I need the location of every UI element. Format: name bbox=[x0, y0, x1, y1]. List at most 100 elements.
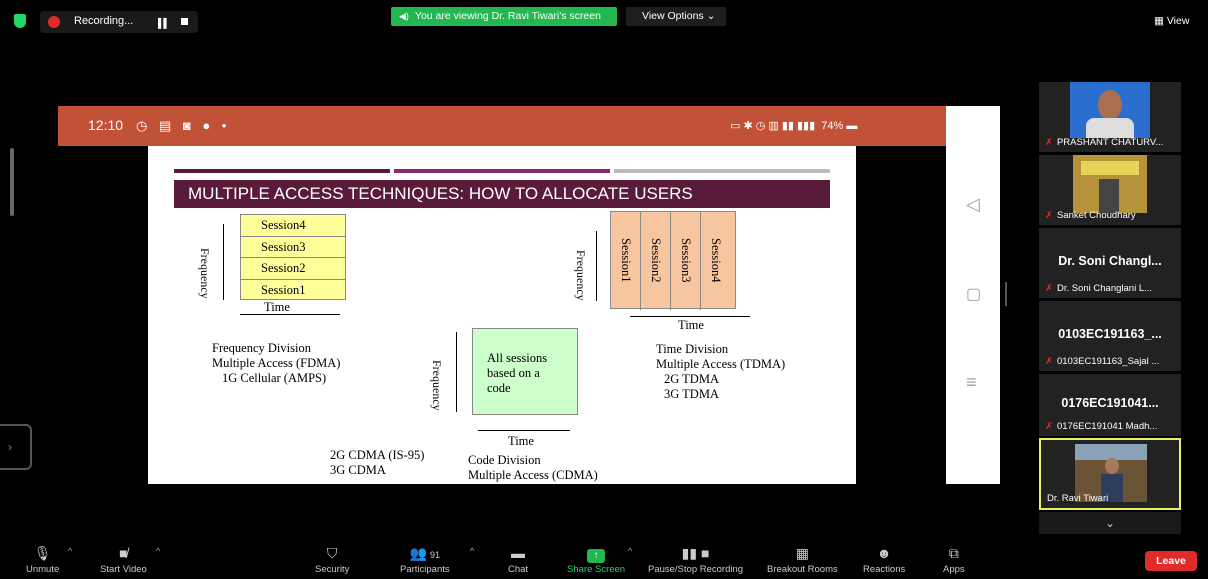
fdma-y-axis bbox=[223, 224, 224, 300]
tdma-desc-line: Multiple Access (TDMA) bbox=[656, 357, 786, 371]
phone-time: 12:10 bbox=[88, 117, 124, 133]
tdma-session-col: Session3 bbox=[671, 212, 701, 310]
recording-label: Recording... bbox=[74, 15, 134, 27]
tdma-y-axis bbox=[596, 231, 597, 301]
participant-name-text: Dr. Soni Changlani L... bbox=[1056, 283, 1153, 294]
title-stripe-2 bbox=[394, 169, 610, 173]
shield-icon: ⛉ bbox=[326, 545, 338, 561]
view-options-label: View Options bbox=[642, 10, 704, 22]
participant-name-text: PRASHANT CHATURV... bbox=[1056, 137, 1164, 148]
participants-options-caret-icon[interactable]: ^ bbox=[470, 546, 474, 556]
participant-name: ✗ 0176EC191041 Madh... bbox=[1045, 421, 1157, 432]
person-avatar bbox=[1099, 179, 1119, 213]
phone-status-icons: ▭ ✱ ◷ ▥ ▮▮ ▮▮▮ 74% ▬ bbox=[730, 120, 858, 132]
side-panel-toggle[interactable]: › bbox=[0, 424, 32, 470]
fdma-desc-line: 1G Cellular (AMPS) bbox=[222, 371, 327, 385]
shirt-avatar bbox=[1086, 118, 1134, 138]
fdma-x-axis bbox=[240, 314, 340, 315]
breakout-rooms-icon: ▦ bbox=[795, 545, 809, 561]
chat-label: Chat bbox=[508, 564, 529, 575]
chat-bubble-icon: ▬ bbox=[511, 545, 526, 561]
muted-microphone-icon: 🎙 bbox=[33, 545, 52, 561]
participant-tile[interactable]: Dr. Soni Changl... ✗ Dr. Soni Changlani L… bbox=[1039, 228, 1181, 298]
video-options-caret-icon[interactable]: ^ bbox=[156, 546, 160, 556]
cdma-desc-line: Multiple Access (CDMA) bbox=[468, 468, 598, 482]
scroll-participants-down-button[interactable]: ⌄ bbox=[1039, 512, 1181, 534]
share-screen-icon: ↑ bbox=[567, 544, 625, 563]
cdma-y-label: Frequency bbox=[430, 360, 444, 411]
participant-name: ✗ 0103EC191163_Sajal ... bbox=[1045, 356, 1159, 367]
reactions-button[interactable]: ☻ Reactions bbox=[863, 544, 905, 575]
participant-name: Dr. Ravi Tiwari bbox=[1047, 493, 1109, 504]
fdma-session-row: Session1 bbox=[261, 282, 306, 297]
breakout-rooms-button[interactable]: ▦ Breakout Rooms bbox=[767, 544, 838, 575]
meeting-toolbar: 🎙 Unmute ^ ■̸ Start Video ^ ⛉ Security 👥… bbox=[0, 536, 1208, 579]
chevron-down-icon: ⌄ bbox=[1104, 516, 1116, 530]
participant-tile[interactable]: ✗ PRASHANT CHATURV... bbox=[1039, 82, 1181, 152]
audio-options-caret-icon[interactable]: ^ bbox=[68, 546, 72, 556]
view-button[interactable]: ▦ View bbox=[1154, 15, 1189, 27]
presentation-slide: MULTIPLE ACCESS TECHNIQUES: HOW TO ALLOC… bbox=[148, 146, 856, 484]
home-icon[interactable]: ▢ bbox=[966, 284, 981, 304]
cdma-left-line: 3G CDMA bbox=[330, 463, 386, 477]
top-bar: Recording... ▌▌ ◀) You are viewing Dr. Ra… bbox=[0, 0, 1208, 40]
muted-mic-icon: ✗ bbox=[1045, 210, 1053, 221]
breakout-rooms-label: Breakout Rooms bbox=[767, 564, 838, 575]
participant-tile[interactable]: 0176EC191041... ✗ 0176EC191041 Madh... bbox=[1039, 374, 1181, 436]
active-speaker-tile[interactable]: Dr. Ravi Tiwari bbox=[1039, 438, 1181, 510]
tdma-session-label: Session3 bbox=[679, 238, 693, 283]
shared-screen: 12:10 ◷ ▤ ◙ ● • ▭ ✱ ◷ ▥ ▮▮ ▮▮▮ 74% ▬ MUL… bbox=[10, 106, 1000, 484]
cdma-box-line: code bbox=[487, 381, 511, 395]
muted-mic-icon: ✗ bbox=[1045, 283, 1053, 294]
participants-label: Participants bbox=[400, 564, 450, 575]
cdma-desc-line: Code Division bbox=[468, 453, 541, 467]
title-stripe-3 bbox=[614, 169, 830, 173]
recents-icon[interactable]: ≡ bbox=[966, 372, 977, 393]
fdma-session-row: Session3 bbox=[241, 237, 345, 258]
view-options-button[interactable]: View Options ⌄ bbox=[626, 7, 726, 26]
speaker-icon: ◀) bbox=[399, 11, 409, 21]
pause-recording-icon[interactable]: ▌▌ bbox=[158, 18, 170, 28]
stop-recording-icon[interactable] bbox=[181, 18, 188, 25]
cdma-box: All sessions based on a code bbox=[472, 328, 578, 415]
participant-display-name: Dr. Soni Changl... bbox=[1058, 254, 1162, 268]
recording-dot-icon bbox=[48, 16, 60, 28]
chat-button[interactable]: ▬ Chat bbox=[508, 544, 528, 575]
share-screen-button[interactable]: ↑ Share Screen bbox=[567, 544, 625, 575]
cdma-box-line: All sessions bbox=[487, 351, 548, 365]
tdma-x-label: Time bbox=[678, 318, 704, 332]
participant-photo bbox=[1070, 82, 1150, 138]
phone-notification-icons: ◷ ▤ ◙ ● • bbox=[136, 118, 231, 133]
cdma-x-label: Time bbox=[508, 434, 534, 448]
viewing-screen-banner: ◀) You are viewing Dr. Ravi Tiwari's scre… bbox=[391, 7, 617, 26]
tdma-session-col: Session2 bbox=[641, 212, 671, 310]
security-shield-icon[interactable] bbox=[14, 14, 26, 28]
security-button[interactable]: ⛉ Security bbox=[315, 544, 349, 575]
participant-name: ✗ Sanket Choudhary bbox=[1045, 210, 1136, 221]
participants-button[interactable]: 👥 91 Participants bbox=[400, 544, 450, 575]
panel-resize-handle[interactable] bbox=[1005, 282, 1007, 306]
unmute-button[interactable]: 🎙 Unmute bbox=[26, 544, 59, 575]
participant-display-name: 0103EC191163_... bbox=[1058, 327, 1162, 341]
apps-button[interactable]: ⧉ Apps bbox=[943, 544, 965, 575]
participant-name: ✗ Dr. Soni Changlani L... bbox=[1045, 283, 1152, 294]
share-options-caret-icon[interactable]: ^ bbox=[628, 546, 632, 556]
viewing-banner-text: You are viewing Dr. Ravi Tiwari's screen bbox=[414, 10, 601, 22]
participant-display-name: 0176EC191041... bbox=[1061, 396, 1159, 410]
fdma-desc-line: Multiple Access (FDMA) bbox=[212, 356, 341, 370]
start-video-button[interactable]: ■̸ Start Video bbox=[100, 544, 147, 575]
tdma-desc-line: Time Division bbox=[656, 342, 729, 356]
grid-icon: ▦ bbox=[1154, 15, 1164, 27]
pause-stop-recording-button[interactable]: ▮▮ ■ Pause/Stop Recording bbox=[648, 544, 743, 575]
participant-photo bbox=[1073, 155, 1147, 213]
participant-tile[interactable]: 0103EC191163_... ✗ 0103EC191163_Sajal ... bbox=[1039, 301, 1181, 371]
participant-tile[interactable]: ✗ Sanket Choudhary bbox=[1039, 155, 1181, 225]
tdma-session-label: Session2 bbox=[649, 238, 663, 283]
leave-button[interactable]: Leave bbox=[1145, 551, 1197, 571]
back-icon[interactable]: ◁ bbox=[966, 194, 980, 215]
phone-nav-bar: ◁ ▢ ≡ bbox=[946, 106, 1000, 484]
left-scroll-handle[interactable] bbox=[10, 148, 14, 216]
cdma-box-line: based on a bbox=[487, 366, 540, 380]
cdma-x-axis bbox=[478, 430, 570, 431]
muted-mic-icon: ✗ bbox=[1045, 356, 1053, 367]
